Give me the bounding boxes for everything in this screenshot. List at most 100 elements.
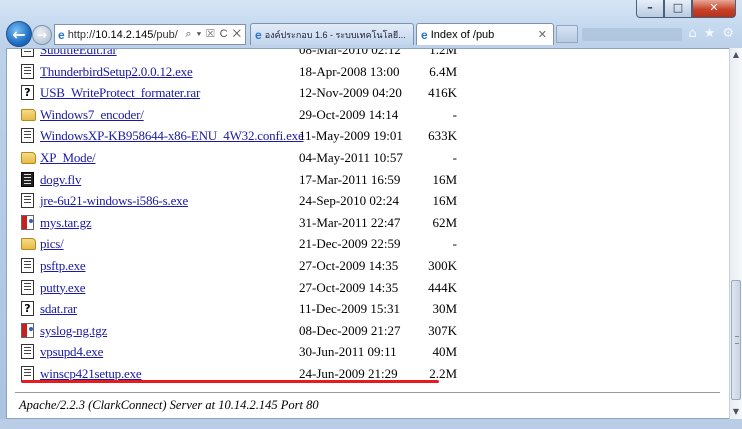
file-size: 62M <box>432 214 457 230</box>
file-size: 307K <box>428 322 457 338</box>
list-item: vpsupd4.exe 30-Jun-2011 09:11 40M <box>17 341 717 363</box>
file-link[interactable]: XP_Mode/ <box>40 150 96 166</box>
file-date: 29-Oct-2009 14:14 <box>299 106 399 122</box>
list-item: dogv.flv 17-Mar-2011 16:59 16M <box>17 169 717 191</box>
list-item: syslog-ng.tgz 08-Dec-2009 21:27 307K <box>17 320 717 342</box>
file-size: 1.2M <box>429 48 457 57</box>
list-item: Windows7_encoder/29-Oct-2009 14:14 - <box>17 104 717 126</box>
list-item: pics/21-Dec-2009 22:59 - <box>17 233 717 255</box>
server-signature: Apache/2.2.3 (ClarkConnect) Server at 10… <box>19 398 319 412</box>
file-date: 30-Jun-2011 09:11 <box>299 344 397 360</box>
list-item: SubtitleEdit.rar 08-Mar-2010 02:12 1.2M <box>17 48 717 61</box>
window-bottom-edge <box>0 419 742 429</box>
file-icon <box>21 279 34 295</box>
file-size: 16M <box>432 171 457 187</box>
new-tab-button[interactable] <box>556 25 578 43</box>
file-date: 08-Mar-2010 02:12 <box>299 48 401 57</box>
file-date: 27-Oct-2009 14:35 <box>299 279 399 295</box>
file-date: 04-May-2011 10:57 <box>299 149 403 165</box>
close-button[interactable]: ✕ <box>692 0 736 18</box>
file-listing: SubtitleEdit.rar 08-Mar-2010 02:12 1.2M Thu… <box>17 48 717 385</box>
file-date: 17-Mar-2011 16:59 <box>299 171 401 187</box>
file-date: 18-Apr-2008 13:00 <box>299 63 400 79</box>
tab-ie-icon: e <box>255 27 262 42</box>
address-path: /pub/ <box>153 28 178 41</box>
file-link[interactable]: vpsupd4.exe <box>40 344 103 360</box>
list-item: WindowsXP-KB958644-x86-ENU_4W32.confi.ex… <box>17 125 717 147</box>
file-link[interactable]: WindowsXP-KB958644-x86-ENU_4W32.confi.ex… <box>40 128 304 144</box>
maximize-button[interactable]: □ <box>664 0 692 18</box>
file-link[interactable]: ThunderbirdSetup2.0.0.12.exe <box>40 64 193 80</box>
list-item: ThunderbirdSetup2.0.0.12.exe 18-Apr-2008 … <box>17 61 717 83</box>
folder-icon <box>21 238 36 251</box>
tab-close-icon[interactable]: ✕ <box>538 28 547 41</box>
file-icon <box>21 128 34 144</box>
file-link[interactable]: USB_WriteProtect_formater.rar <box>40 85 200 101</box>
tab-label: Index of /pub <box>430 28 495 41</box>
file-link[interactable]: putty.exe <box>40 280 86 296</box>
file-icon <box>21 63 34 79</box>
forward-button[interactable]: → <box>32 25 52 45</box>
tab-ie-icon: e <box>421 27 428 42</box>
file-icon <box>21 344 34 360</box>
folder-icon <box>21 108 36 121</box>
file-size: 416K <box>428 85 457 101</box>
tools-gear-icon[interactable]: ⚙ <box>722 26 734 41</box>
file-size: 30M <box>432 301 457 317</box>
scrollbar-thumb[interactable] <box>731 280 741 400</box>
file-link[interactable]: dogv.flv <box>40 172 81 188</box>
address-tools-icons[interactable]: ⌕ ▾ ☒ C ✕ <box>185 28 245 41</box>
file-date: 27-Oct-2009 14:35 <box>299 257 399 273</box>
file-link[interactable]: jre-6u21-windows-i586-s.exe <box>40 193 188 209</box>
scroll-down-arrow-icon[interactable]: ▼ <box>730 405 742 419</box>
list-item: mys.tar.gz 31-Mar-2011 22:47 62M <box>17 212 717 234</box>
divider <box>15 392 720 393</box>
file-size: - <box>452 106 457 122</box>
file-icon <box>21 193 34 209</box>
address-prefix: http:// <box>67 28 96 41</box>
scroll-up-arrow-icon[interactable]: ▲ <box>730 48 742 62</box>
tab-thai-page[interactable]: e องค์ประกอบ 1.6 - ระบบเทคโนโลยี... <box>250 23 414 45</box>
toolbar-right-icons: ⌂ ★ ⚙ <box>688 26 734 41</box>
list-item: ? sdat.rar 11-Dec-2009 15:31 30M <box>17 298 717 320</box>
file-size: 300K <box>428 257 457 273</box>
unknown-icon: ? <box>21 85 34 101</box>
ie-logo-icon: e <box>58 27 65 42</box>
home-icon[interactable]: ⌂ <box>688 26 696 41</box>
list-item: jre-6u21-windows-i586-s.exe 24-Sep-2010 0… <box>17 190 717 212</box>
vertical-scrollbar[interactable]: ▲ ▼ <box>729 48 742 419</box>
address-bar[interactable]: e http://10.14.2.145/pub/ ⌕ ▾ ☒ C ✕ <box>54 24 246 45</box>
folder-icon <box>21 151 36 164</box>
file-link[interactable]: pics/ <box>40 236 64 252</box>
file-link[interactable]: Windows7_encoder/ <box>40 107 144 123</box>
file-size: 40M <box>432 344 457 360</box>
forward-arrow-icon: → <box>36 28 48 42</box>
file-icon <box>21 49 34 57</box>
minimize-button[interactable]: – <box>636 0 664 18</box>
file-link[interactable]: mys.tar.gz <box>40 215 92 231</box>
back-button[interactable]: ← <box>6 21 32 47</box>
file-link[interactable]: psftp.exe <box>40 258 86 274</box>
file-date: 11-Dec-2009 15:31 <box>299 301 400 317</box>
file-size: - <box>452 236 457 252</box>
file-size: 16M <box>432 193 457 209</box>
file-date: 12-Nov-2009 04:20 <box>299 85 402 101</box>
file-size: 6.4M <box>429 63 457 79</box>
navigation-bar: ← → e http://10.14.2.145/pub/ ⌕ ▾ ☒ C ✕ … <box>0 20 742 48</box>
address-host: 10.14.2.145 <box>95 28 154 41</box>
unknown-icon: ? <box>21 301 34 317</box>
list-item: putty.exe 27-Oct-2009 14:35 444K <box>17 277 717 299</box>
file-date: 31-Mar-2011 22:47 <box>299 214 401 230</box>
file-link[interactable]: syslog-ng.tgz <box>40 323 107 339</box>
tab-index-of-pub[interactable]: e Index of /pub ✕ <box>416 23 554 45</box>
file-size: 633K <box>428 128 457 144</box>
grip-icon <box>735 336 739 344</box>
tab-label: องค์ประกอบ 1.6 - ระบบเทคโนโลยี... <box>264 29 406 40</box>
file-link[interactable]: sdat.rar <box>40 301 77 317</box>
file-icon <box>21 365 34 381</box>
blurred-toolbar <box>582 28 682 41</box>
favorites-star-icon[interactable]: ★ <box>704 26 716 41</box>
red-highlight-underline <box>21 380 439 383</box>
file-link[interactable]: SubtitleEdit.rar <box>40 49 117 58</box>
file-date: 08-Dec-2009 21:27 <box>299 322 401 338</box>
